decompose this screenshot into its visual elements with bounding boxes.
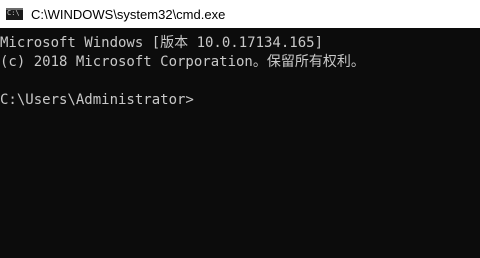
cmd-icon-glyph: C:\: [7, 9, 20, 17]
title-bar[interactable]: C:\ C:\WINDOWS\system32\cmd.exe: [0, 0, 480, 28]
cmd-icon: C:\: [6, 8, 23, 20]
command-prompt[interactable]: C:\Users\Administrator>: [0, 91, 480, 110]
console-line-version: Microsoft Windows [版本 10.0.17134.165]: [0, 35, 324, 51]
window-title: C:\WINDOWS\system32\cmd.exe: [31, 6, 226, 22]
console-output[interactable]: Microsoft Windows [版本 10.0.17134.165] (c…: [0, 28, 480, 258]
console-line-copyright: (c) 2018 Microsoft Corporation。保留所有权利。: [0, 54, 365, 70]
cmd-window: C:\ C:\WINDOWS\system32\cmd.exe Microsof…: [0, 0, 480, 258]
